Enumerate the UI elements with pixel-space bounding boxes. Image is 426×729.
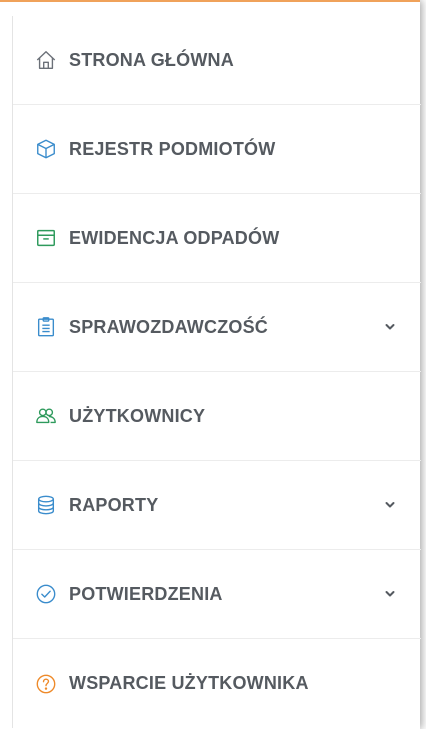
sidebar-nav: STRONA GŁÓWNA REJESTR PODMIOTÓW EWIDENCJ… <box>12 16 421 728</box>
question-circle-icon <box>35 673 57 695</box>
database-icon <box>35 494 57 516</box>
sidebar-item-label: EWIDENCJA ODPADÓW <box>69 227 280 248</box>
sidebar-item-label: POTWIERDZENIA <box>69 583 223 604</box>
sidebar-item-users[interactable]: UŻYTKOWNICY <box>13 372 421 461</box>
cube-icon <box>35 138 57 160</box>
sidebar-item-confirmations[interactable]: POTWIERDZENIA <box>13 550 421 639</box>
users-icon <box>35 405 57 427</box>
chevron-down-icon[interactable] <box>383 320 397 334</box>
clipboard-icon <box>35 316 57 338</box>
sidebar-item-label: SPRAWOZDAWCZOŚĆ <box>69 316 268 337</box>
sidebar-item-reports[interactable]: RAPORTY <box>13 461 421 550</box>
sidebar-panel: STRONA GŁÓWNA REJESTR PODMIOTÓW EWIDENCJ… <box>0 0 421 729</box>
sidebar-item-label: REJESTR PODMIOTÓW <box>69 138 276 159</box>
archive-box-icon <box>35 227 57 249</box>
chevron-down-icon[interactable] <box>383 587 397 601</box>
sidebar-item-home[interactable]: STRONA GŁÓWNA <box>13 16 421 105</box>
sidebar-item-entity-register[interactable]: REJESTR PODMIOTÓW <box>13 105 421 194</box>
sidebar-item-waste-records[interactable]: EWIDENCJA ODPADÓW <box>13 194 421 283</box>
sidebar-item-label: WSPARCIE UŻYTKOWNIKA <box>69 673 309 693</box>
sidebar-item-reporting[interactable]: SPRAWOZDAWCZOŚĆ <box>13 283 421 372</box>
sidebar-item-label: STRONA GŁÓWNA <box>69 49 234 70</box>
home-icon <box>35 49 57 71</box>
sidebar-item-user-support[interactable]: WSPARCIE UŻYTKOWNIKA <box>13 639 421 728</box>
sidebar-item-label: UŻYTKOWNICY <box>69 405 206 426</box>
check-circle-icon <box>35 583 57 605</box>
sidebar-item-label: RAPORTY <box>69 494 159 515</box>
chevron-down-icon[interactable] <box>383 498 397 512</box>
